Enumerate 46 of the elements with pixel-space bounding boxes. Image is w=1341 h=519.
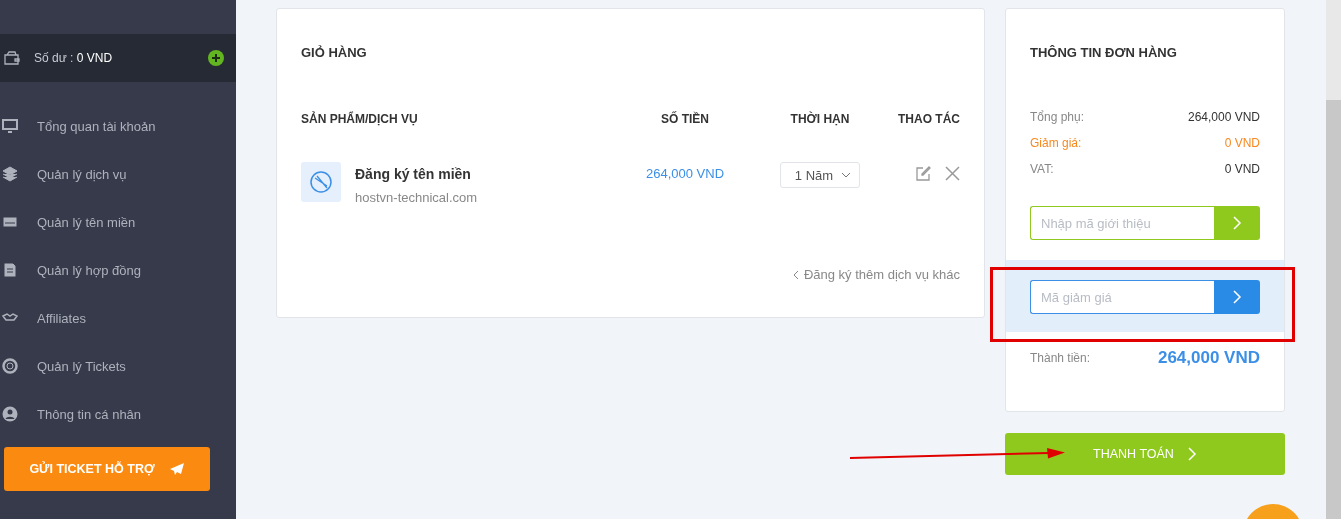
product-name: Đăng ký tên miền [355, 166, 472, 182]
summary-value: 0 VND [1224, 162, 1260, 176]
edit-icon[interactable] [916, 166, 931, 181]
summary-label: VAT: [1030, 162, 1054, 176]
summary-label: Tổng phụ: [1030, 110, 1085, 124]
layers-icon [2, 166, 18, 182]
coupon-code-field[interactable]: Mã giảm giá [1030, 280, 1214, 314]
apply-referral-button[interactable] [1214, 206, 1260, 240]
chevron-left-icon [792, 269, 799, 280]
chevron-right-icon [1187, 447, 1197, 461]
sidebar-item[interactable]: Quản lý hợp đồng [37, 262, 141, 278]
cart-title: GIỎ HÀNG [301, 45, 368, 60]
sidebar-item[interactable]: Quản lý Tickets [37, 358, 126, 374]
order-title: THÔNG TIN ĐƠN HÀNG [1030, 45, 1178, 60]
wallet-icon [4, 51, 20, 65]
monitor-icon [2, 118, 18, 134]
sidebar-item[interactable]: Thông tin cá nhân [37, 406, 142, 422]
term-dropdown[interactable]: 1 Năm [779, 162, 861, 188]
chevron-right-icon [1232, 216, 1242, 230]
apply-coupon-button[interactable] [1214, 280, 1260, 314]
total-value: 264,000 VND [1157, 348, 1260, 368]
lifebuoy-icon [2, 358, 18, 374]
price: 264,000 VND [644, 165, 726, 181]
summary-value: 264,000 VND [1187, 110, 1260, 124]
column-header: SẢN PHẨM/DỊCH VỤ [301, 112, 419, 126]
sidebar-item[interactable]: Affiliates [37, 310, 86, 326]
total-label: Thành tiền: [1030, 351, 1091, 365]
sidebar-item[interactable]: Tổng quan tài khoản [37, 118, 156, 134]
column-header: THỜI HẠN [789, 112, 851, 126]
domain-name: hostvn-technical.com [355, 190, 478, 205]
add-service-link[interactable]: Đăng ký thêm dịch vụ khác [803, 267, 960, 282]
paper-plane-icon [168, 462, 185, 476]
column-header: SỐ TIỀN [660, 112, 710, 126]
scrollbar[interactable] [1326, 0, 1341, 519]
summary-label: Giảm giá: [1030, 136, 1082, 150]
add-icon[interactable] [208, 50, 224, 66]
sidebar-item[interactable]: Quản lý dịch vụ [37, 166, 127, 182]
sidebar-item[interactable]: Quản lý tên miền [37, 214, 136, 230]
chevron-right-icon [1232, 290, 1242, 304]
caret-icon [841, 172, 852, 178]
close-icon[interactable] [945, 166, 960, 181]
referral-code-field[interactable]: Nhập mã giới thiệu [1030, 206, 1214, 240]
globe-icon [301, 162, 341, 202]
column-header: THAO TÁC [897, 112, 960, 126]
summary-value: 0 VND [1224, 136, 1260, 150]
balance-label: Số dư : 0 VND [34, 51, 114, 65]
